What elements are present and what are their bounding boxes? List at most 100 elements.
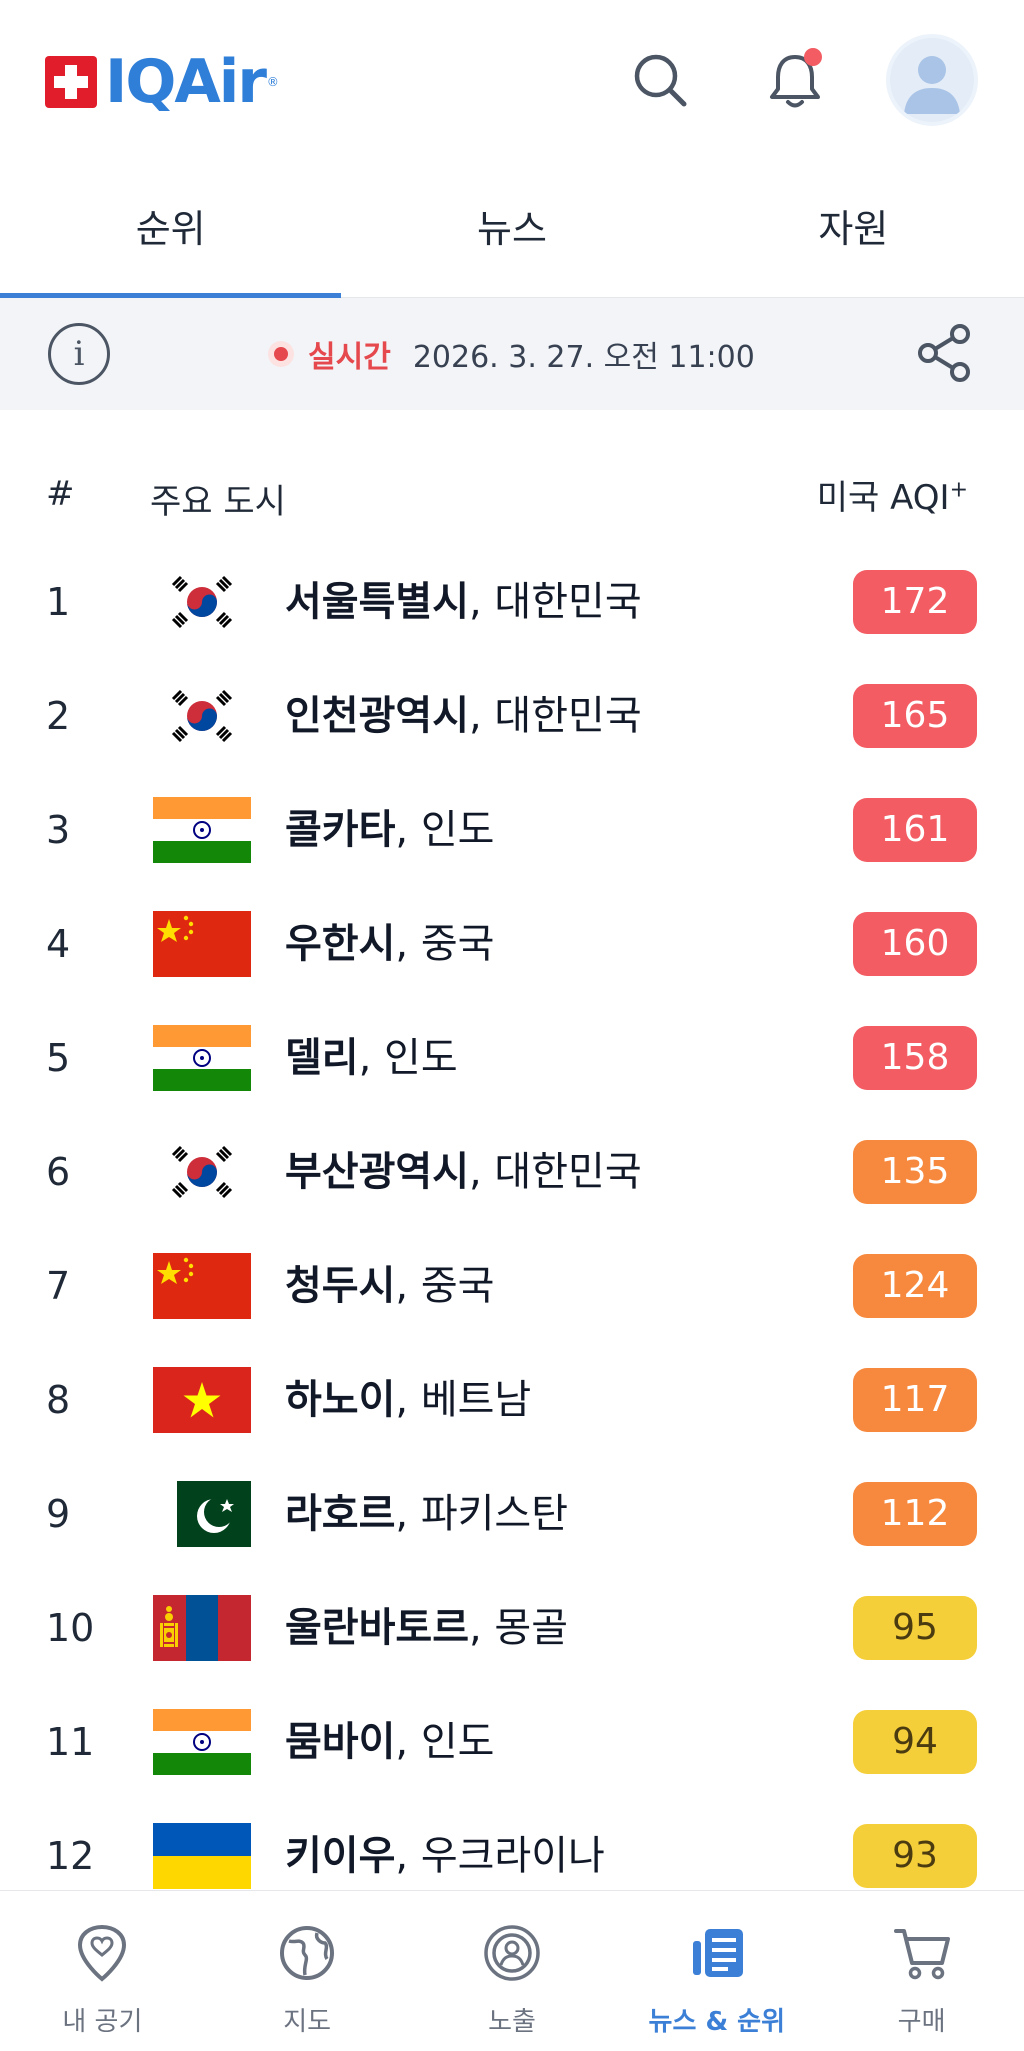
tab-news[interactable]: 뉴스 xyxy=(341,160,682,297)
country-label: , 대한민국 xyxy=(469,1149,642,1195)
city-label: 서울특별시 xyxy=(285,579,469,625)
aqi-badge: 160 xyxy=(853,912,977,976)
city-label: 라호르 xyxy=(285,1491,396,1537)
city-name: 부산광역시, 대한민국 xyxy=(285,1115,642,1229)
country-label: , 인도 xyxy=(358,1035,458,1081)
nav-exposure[interactable]: 노출 xyxy=(410,1891,615,2051)
rank-number: 7 xyxy=(46,1264,71,1308)
city-name: 울란바토르, 몽골 xyxy=(285,1571,568,1685)
live-label: 실시간 xyxy=(308,340,391,375)
ranking-row[interactable]: 9 라호르, 파키스탄 112 xyxy=(0,1457,1024,1571)
tab-resources[interactable]: 자원 xyxy=(683,160,1024,297)
nav-shop[interactable]: 구매 xyxy=(819,1891,1024,2051)
cart-icon xyxy=(893,1929,950,1980)
notifications-button[interactable] xyxy=(760,45,830,115)
city-label: 콜카타 xyxy=(285,807,396,853)
country-label: , 중국 xyxy=(395,1263,495,1309)
logo-text: IQAir xyxy=(105,47,267,117)
city-label: 부산광역시 xyxy=(285,1149,469,1195)
bell-icon xyxy=(770,48,822,108)
city-name: 콜카타, 인도 xyxy=(285,773,494,887)
aqi-badge: 161 xyxy=(853,798,977,862)
nav-label: 뉴스 & 순위 xyxy=(648,2007,786,2037)
rank-number: 1 xyxy=(46,580,71,624)
tab-bar: 순위 뉴스 자원 xyxy=(0,160,1024,298)
aqi-badge: 165 xyxy=(853,684,977,748)
search-icon xyxy=(634,54,687,107)
nav-label: 지도 xyxy=(283,2007,332,2037)
city-name: 라호르, 파키스탄 xyxy=(285,1457,568,1571)
china-flag-icon xyxy=(153,911,251,977)
logo-registered-mark: ® xyxy=(266,75,279,89)
iqair-logo[interactable]: IQAir ® xyxy=(45,52,279,112)
ranking-row[interactable]: 8 하노이, 베트남 117 xyxy=(0,1343,1024,1457)
ranking-row[interactable]: 10 울란바토르, 몽골 95 xyxy=(0,1571,1024,1685)
city-label: 키이우 xyxy=(285,1833,396,1879)
nav-map[interactable]: 지도 xyxy=(205,1891,410,2051)
country-label: , 우크라이나 xyxy=(395,1833,605,1879)
aqi-badge: 95 xyxy=(853,1596,977,1660)
korea-flag-icon xyxy=(153,683,251,749)
aqi-badge: 94 xyxy=(853,1710,977,1774)
india-flag-icon xyxy=(153,1709,251,1775)
nav-my-air[interactable]: 내 공기 xyxy=(0,1891,205,2051)
country-label: , 대한민국 xyxy=(469,693,642,739)
india-flag-icon xyxy=(153,797,251,863)
live-timestamp: 2026. 3. 27. 오전 11:00 xyxy=(412,340,755,375)
notification-dot xyxy=(804,48,822,66)
india-flag-icon xyxy=(153,1025,251,1091)
rank-number: 4 xyxy=(46,922,71,966)
exposure-icon xyxy=(484,1925,540,1981)
china-flag-icon xyxy=(153,1253,251,1319)
city-label: 청두시 xyxy=(285,1263,396,1309)
aqi-badge: 124 xyxy=(853,1254,977,1318)
country-label: , 몽골 xyxy=(469,1605,569,1651)
korea-flag-icon xyxy=(153,569,251,635)
rank-number: 5 xyxy=(46,1036,71,1080)
nav-label: 노출 xyxy=(488,2007,536,2037)
ranking-row[interactable]: 2 인천광역시, 대한민국 165 xyxy=(0,659,1024,773)
tab-ranking[interactable]: 순위 xyxy=(0,160,342,298)
heart-pin-icon xyxy=(78,1924,127,1982)
aqi-badge: 93 xyxy=(853,1824,977,1888)
country-label: , 중국 xyxy=(395,921,495,967)
aqi-badge: 172 xyxy=(853,570,977,634)
nav-label: 내 공기 xyxy=(62,2007,143,2037)
ranking-row[interactable]: 7 청두시, 중국 124 xyxy=(0,1229,1024,1343)
city-name: 하노이, 베트남 xyxy=(285,1343,531,1457)
rank-number: 2 xyxy=(46,694,71,738)
korea-flag-icon xyxy=(153,1139,251,1205)
ranking-row[interactable]: 11 뭄바이, 인도 94 xyxy=(0,1685,1024,1799)
ranking-row[interactable]: 1 서울특별시, 대한민국 172 xyxy=(0,545,1024,659)
ranking-row[interactable]: 5 델리, 인도 158 xyxy=(0,1001,1024,1115)
search-button[interactable] xyxy=(625,45,695,115)
share-icon xyxy=(918,324,970,382)
profile-avatar[interactable] xyxy=(886,34,978,126)
country-label: , 파키스탄 xyxy=(395,1491,569,1537)
nav-news-ranking[interactable]: 뉴스 & 순위 xyxy=(614,1891,819,2051)
rank-number: 10 xyxy=(46,1606,95,1650)
city-label: 하노이 xyxy=(285,1377,396,1423)
country-label: , 인도 xyxy=(395,807,495,853)
aqi-column-label[interactable]: 미국 AQI+ xyxy=(817,470,968,519)
avatar-icon xyxy=(904,56,960,114)
ranking-row[interactable]: 3 콜카타, 인도 161 xyxy=(0,773,1024,887)
city-label: 우한시 xyxy=(285,921,396,967)
info-icon[interactable]: i xyxy=(48,323,110,385)
aqi-badge: 135 xyxy=(853,1140,977,1204)
ranking-row[interactable]: 6 부산광역시, 대한민국 135 xyxy=(0,1115,1024,1229)
app-header: IQAir ® xyxy=(0,0,1024,160)
country-label: , 대한민국 xyxy=(469,579,642,625)
city-name: 서울특별시, 대한민국 xyxy=(285,545,642,659)
share-button[interactable] xyxy=(910,318,980,388)
city-name: 뭄바이, 인도 xyxy=(285,1685,494,1799)
ranking-row[interactable]: 4 우한시, 중국 160 xyxy=(0,887,1024,1001)
city-label: 울란바토르 xyxy=(285,1605,469,1651)
country-label: , 인도 xyxy=(395,1719,495,1765)
live-dot-icon xyxy=(268,341,294,367)
aqi-badge: 112 xyxy=(853,1482,977,1546)
bottom-navigation: 내 공기 지도 노출 뉴스 & 순위 구매 xyxy=(0,1890,1024,2051)
ranking-column-header: # 주요 도시 미국 AQI+ xyxy=(0,460,1024,530)
swiss-cross-icon xyxy=(45,56,97,108)
country-label: , 베트남 xyxy=(395,1377,532,1423)
